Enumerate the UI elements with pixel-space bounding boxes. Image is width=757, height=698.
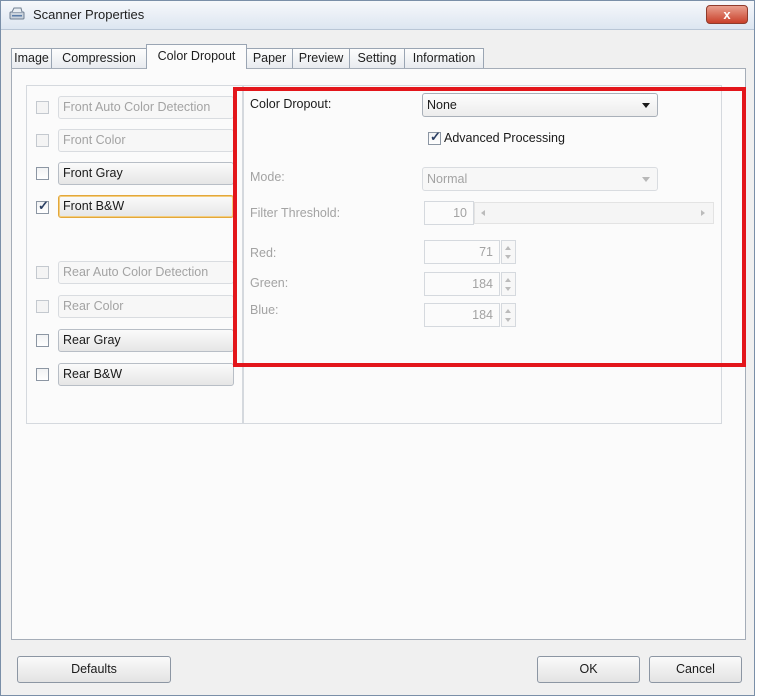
tab-color-dropout[interactable]: Color Dropout	[146, 44, 247, 69]
window-title: Scanner Properties	[33, 7, 145, 22]
highlight-box	[233, 87, 746, 367]
title-bar: Scanner Properties x	[1, 1, 754, 30]
scanner-icon	[9, 7, 25, 20]
rear-gray-checkbox[interactable]	[36, 334, 49, 347]
front-auto-color-button[interactable]: Front Auto Color Detection	[58, 96, 234, 119]
tab-paper[interactable]: Paper	[246, 48, 293, 68]
close-button[interactable]: x	[706, 5, 748, 24]
tab-preview[interactable]: Preview	[292, 48, 350, 68]
front-gray-checkbox[interactable]	[36, 167, 49, 180]
rear-auto-color-checkbox[interactable]	[36, 266, 49, 279]
front-color-button[interactable]: Front Color	[58, 129, 234, 152]
defaults-button[interactable]: Defaults	[17, 656, 171, 683]
front-bw-button[interactable]: Front B&W	[58, 195, 234, 218]
tab-compression[interactable]: Compression	[51, 48, 147, 68]
front-auto-color-checkbox[interactable]	[36, 101, 49, 114]
ok-button[interactable]: OK	[537, 656, 640, 683]
front-gray-button[interactable]: Front Gray	[58, 162, 234, 185]
cancel-button[interactable]: Cancel	[649, 656, 742, 683]
front-color-checkbox[interactable]	[36, 134, 49, 147]
rear-bw-button[interactable]: Rear B&W	[58, 363, 234, 386]
rear-gray-button[interactable]: Rear Gray	[58, 329, 234, 352]
rear-color-button[interactable]: Rear Color	[58, 295, 234, 318]
rear-bw-checkbox[interactable]	[36, 368, 49, 381]
front-bw-checkbox[interactable]	[36, 198, 49, 214]
rear-auto-color-button[interactable]: Rear Auto Color Detection	[58, 261, 234, 284]
tab-image[interactable]: Image	[11, 48, 52, 68]
tab-setting[interactable]: Setting	[349, 48, 405, 68]
rear-color-checkbox[interactable]	[36, 300, 49, 313]
tab-information[interactable]: Information	[404, 48, 484, 68]
